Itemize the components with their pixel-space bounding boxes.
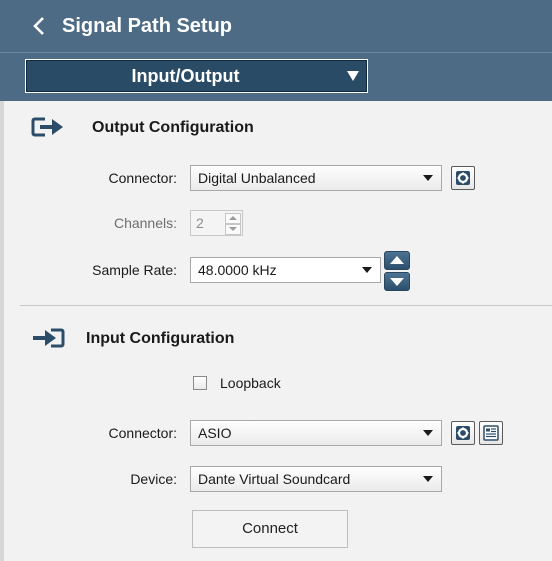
sample-rate-up-button[interactable] (384, 251, 410, 270)
spin-up-icon[interactable] (225, 213, 241, 224)
sample-rate-value: 48.0000 kHz (198, 262, 277, 278)
header-bar: Signal Path Setup (0, 0, 552, 52)
sample-rate-combo[interactable]: 48.0000 kHz (190, 257, 381, 283)
mode-dropdown-value: Input/Output (131, 66, 240, 86)
back-button[interactable] (26, 4, 52, 48)
channels-label: Channels: (113, 215, 177, 231)
caret-down-icon (423, 430, 433, 436)
input-connector-settings-button[interactable] (451, 421, 475, 445)
device-label: Device: (130, 471, 177, 487)
sample-rate-label: Sample Rate: (92, 262, 177, 278)
output-connector-label: Connector: (108, 170, 177, 186)
output-arrow-icon (31, 117, 63, 137)
loopback-label: Loopback (220, 375, 281, 391)
caret-down-icon (423, 175, 433, 181)
output-connector-value: Digital Unbalanced (198, 170, 316, 186)
signal-path-panel: Signal Path Setup Input/Output Output Co… (0, 0, 552, 561)
channels-value: 2 (196, 215, 204, 231)
output-connector-dropdown[interactable]: Digital Unbalanced (190, 165, 442, 191)
caret-down-icon (423, 476, 433, 482)
spin-down-icon[interactable] (225, 224, 241, 235)
page-title: Signal Path Setup (62, 15, 233, 37)
channels-stepper[interactable]: 2 (190, 210, 243, 236)
device-dropdown[interactable]: Dante Virtual Soundcard (190, 466, 442, 492)
chevron-left-icon (33, 17, 44, 35)
gear-icon (456, 171, 470, 185)
mode-dropdown[interactable]: Input/Output (25, 59, 368, 93)
input-arrow-icon (33, 328, 65, 348)
mode-bar: Input/Output (0, 52, 552, 101)
input-connector-info-button[interactable] (479, 421, 503, 445)
sample-rate-down-button[interactable] (384, 272, 410, 291)
connect-button[interactable]: Connect (192, 510, 348, 548)
section-divider (20, 305, 552, 306)
document-info-icon (483, 425, 499, 441)
loopback-checkbox[interactable] (193, 376, 207, 390)
input-configuration-title: Input Configuration (86, 330, 235, 347)
output-configuration-title: Output Configuration (92, 119, 254, 136)
input-connector-label: Connector: (108, 425, 177, 441)
output-connector-settings-button[interactable] (451, 166, 475, 190)
caret-down-icon (362, 267, 372, 273)
device-value: Dante Virtual Soundcard (198, 471, 351, 487)
gear-icon (456, 426, 470, 440)
caret-down-icon (347, 71, 359, 81)
input-connector-value: ASIO (198, 425, 232, 441)
input-connector-dropdown[interactable]: ASIO (190, 420, 442, 446)
channels-spin-buttons (225, 213, 241, 235)
